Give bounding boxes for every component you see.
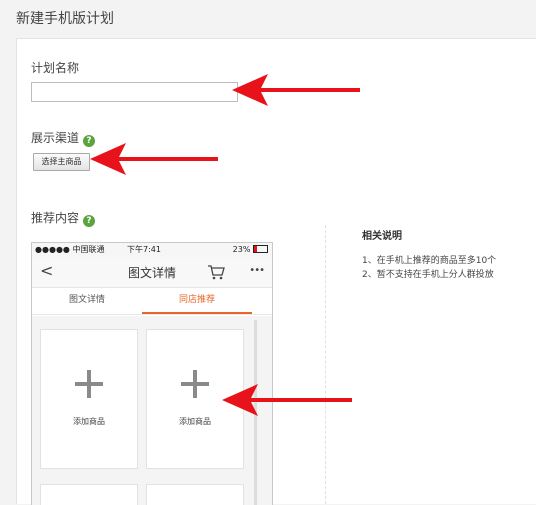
note-item: 2、暂不支持在手机上分人群投放: [362, 270, 494, 280]
content-label-row: 推荐内容?: [31, 209, 96, 227]
plan-name-input[interactable]: [31, 82, 238, 102]
plan-name-label: 计划名称: [31, 61, 80, 75]
red-arrow-annotation: [222, 384, 352, 416]
phone-nav-bar: < 图文详情 •••: [32, 257, 272, 288]
add-product-card[interactable]: 添加商品: [40, 329, 138, 469]
help-icon[interactable]: ?: [83, 215, 96, 227]
more-icon[interactable]: •••: [249, 265, 265, 276]
battery-status: 23%: [233, 243, 268, 257]
page-title: 新建手机版计划: [16, 11, 114, 27]
phone-status-bar: ●●●●● 中国联通 下午7:41 23%: [32, 243, 272, 257]
red-arrow-annotation: [90, 143, 218, 175]
tab-same-store-recommend[interactable]: 同店推荐: [142, 288, 252, 314]
add-product-card[interactable]: [40, 484, 138, 505]
red-arrow-annotation: [232, 74, 360, 106]
content-label: 推荐内容: [31, 211, 80, 225]
status-time: 下午7:41: [127, 245, 161, 254]
battery-percent: 23%: [232, 245, 251, 254]
notes-title: 相关说明: [362, 231, 402, 242]
plus-icon: [181, 370, 209, 398]
note-item: 1、在手机上推荐的商品至多10个: [362, 256, 497, 266]
add-product-card[interactable]: [146, 484, 244, 505]
phone-tabs: 图文详情 同店推荐: [32, 288, 272, 315]
channel-label: 展示渠道: [31, 131, 80, 145]
add-product-label: 添加商品: [73, 417, 105, 426]
plus-icon: [75, 370, 103, 398]
phone-preview: ●●●●● 中国联通 下午7:41 23% < 图文详情 ••• 图文详情 同店…: [31, 242, 273, 505]
channel-label-row: 展示渠道?: [31, 129, 96, 147]
battery-icon: [253, 245, 268, 253]
cart-icon[interactable]: [207, 264, 225, 284]
select-main-product-button[interactable]: 选择主商品: [33, 153, 90, 171]
carrier-signal: ●●●●● 中国联通: [35, 245, 105, 254]
section-divider: [325, 225, 327, 504]
phone-nav-title: 图文详情: [127, 266, 176, 280]
tab-image-text-detail[interactable]: 图文详情: [32, 288, 142, 312]
